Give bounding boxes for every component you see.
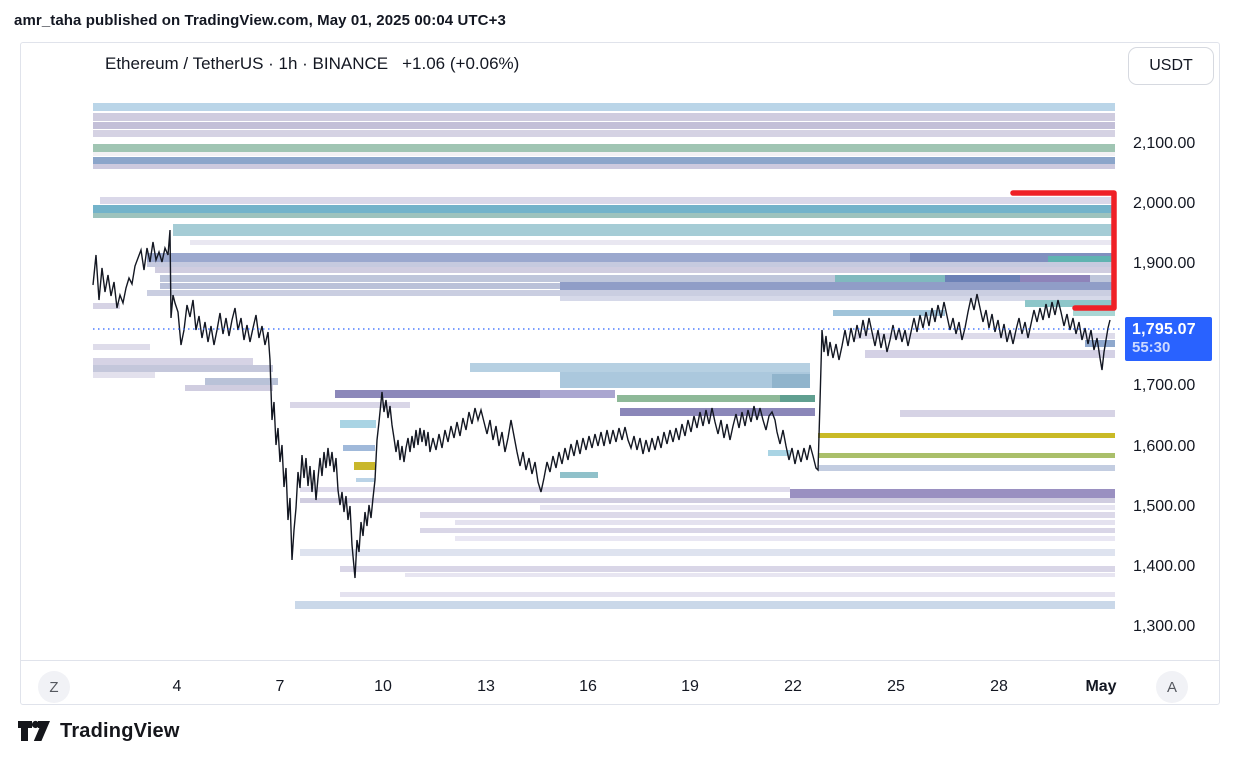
time-tick-label: 10 [374, 678, 392, 696]
time-tick-label: 28 [990, 678, 1008, 696]
time-tick-label: 4 [173, 678, 182, 696]
time-tick-label: 16 [579, 678, 597, 696]
time-axis[interactable]: 4 7 10 13 16 19 22 25 28 May [0, 0, 1236, 760]
auto-scale-button[interactable]: A [1156, 671, 1188, 703]
time-tick-label: May [1085, 678, 1116, 696]
time-tick-label: 7 [276, 678, 285, 696]
time-axis-separator [21, 660, 1220, 661]
auto-scale-button-label: A [1167, 679, 1177, 696]
last-price-value: 1,795.07 [1132, 320, 1212, 339]
bar-countdown: 55:30 [1132, 339, 1212, 357]
time-tick-label: 19 [681, 678, 699, 696]
screenshot-stage: amr_taha published on TradingView.com, M… [0, 0, 1236, 760]
currency-toggle-label: USDT [1149, 57, 1193, 75]
time-tick-label: 13 [477, 678, 495, 696]
tradingview-logo-icon [17, 719, 51, 743]
tradingview-logo-text: TradingView [60, 720, 180, 743]
tradingview-logo[interactable]: TradingView [17, 719, 180, 743]
timezone-button-label: Z [49, 679, 58, 696]
currency-toggle-button[interactable]: USDT [1128, 47, 1214, 85]
timezone-button[interactable]: Z [38, 671, 70, 703]
time-tick-label: 22 [784, 678, 802, 696]
time-tick-label: 25 [887, 678, 905, 696]
last-price-badge[interactable]: 1,795.07 55:30 [1125, 317, 1212, 361]
